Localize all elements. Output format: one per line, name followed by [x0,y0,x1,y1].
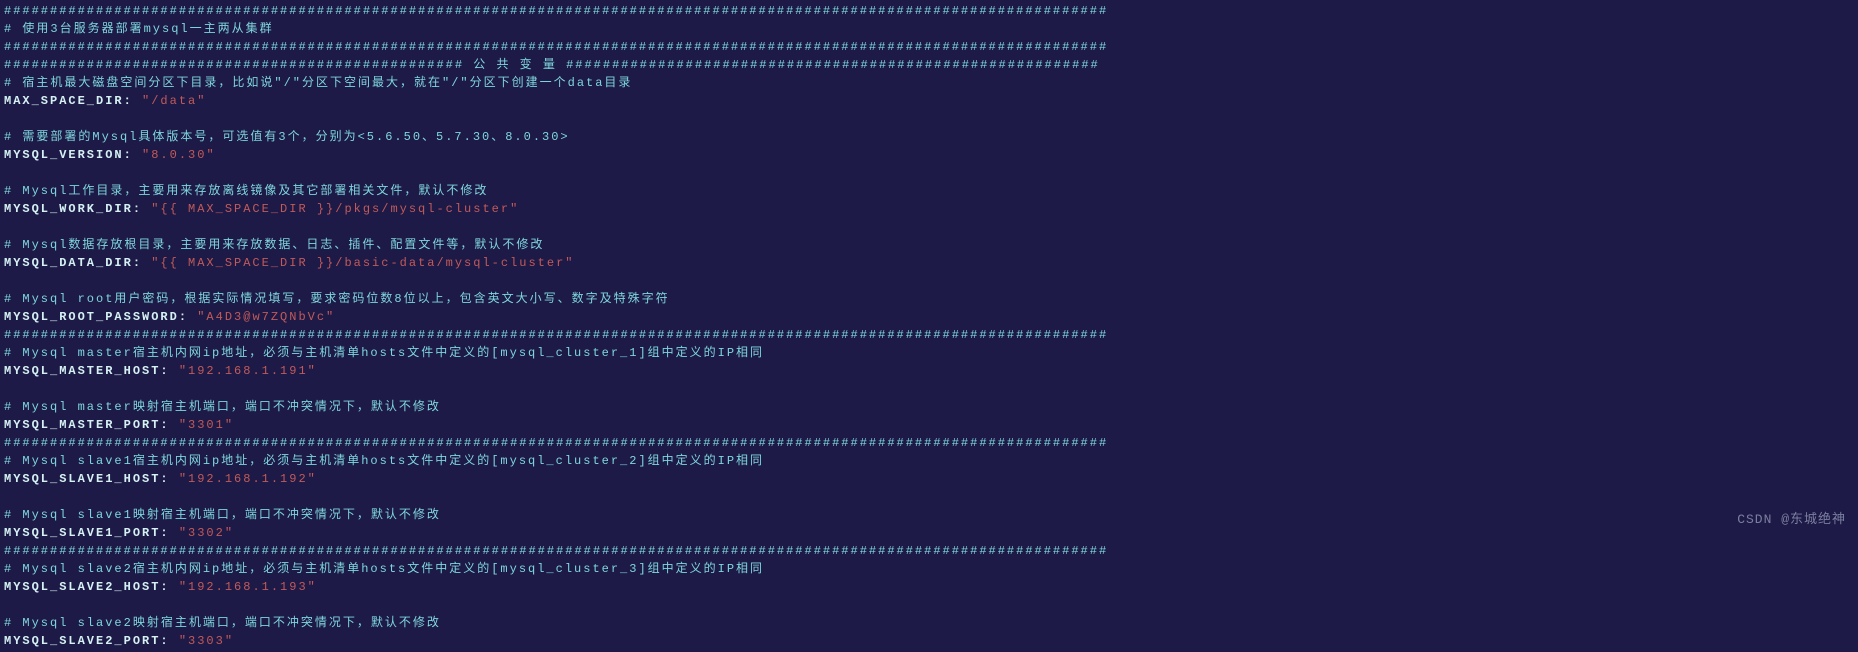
code-segment: "8.0.30" [142,148,216,162]
code-segment: "192.168.1.192" [179,472,317,486]
terminal-line: # Mysql slave1映射宿主机端口，端口不冲突情况下，默认不修改 [4,506,1854,524]
code-segment: "{{ MAX_SPACE_DIR }}/basic-data/mysql-cl… [151,256,574,270]
terminal-line: # 宿主机最大磁盘空间分区下目录，比如说"/"分区下空间最大，就在"/"分区下创… [4,74,1854,92]
terminal-line: ########################################… [4,38,1854,56]
code-segment: ########################################… [4,328,1108,342]
code-segment: "192.168.1.193" [179,580,317,594]
code-segment: "3302" [179,526,234,540]
terminal-line: MAX_SPACE_DIR: "/data" [4,92,1854,110]
terminal-line: # Mysql master宿主机内网ip地址，必须与主机清单hosts文件中定… [4,344,1854,362]
terminal-line: # Mysql slave2映射宿主机端口，端口不冲突情况下，默认不修改 [4,614,1854,632]
code-segment: MYSQL_DATA_DIR: [4,256,151,270]
terminal-line: MYSQL_DATA_DIR: "{{ MAX_SPACE_DIR }}/bas… [4,254,1854,272]
terminal-output: ########################################… [0,0,1858,652]
code-segment [4,598,13,612]
code-segment [4,490,13,504]
terminal-line: MYSQL_SLAVE2_HOST: "192.168.1.193" [4,578,1854,596]
code-segment: ########################################… [4,4,1108,18]
code-segment: MYSQL_SLAVE1_HOST: [4,472,179,486]
code-segment: MAX_SPACE_DIR: [4,94,142,108]
code-segment: "A4D3@w7ZQNbVc" [197,310,335,324]
code-segment [4,112,13,126]
code-segment: # Mysql slave2宿主机内网ip地址，必须与主机清单hosts文件中定… [4,562,764,576]
terminal-line [4,218,1854,236]
code-segment: MYSQL_SLAVE1_PORT: [4,526,179,540]
terminal-line: # 需要部署的Mysql具体版本号，可选值有3个，分别为<5.6.50、5.7.… [4,128,1854,146]
terminal-line: MYSQL_WORK_DIR: "{{ MAX_SPACE_DIR }}/pkg… [4,200,1854,218]
code-segment: # Mysql slave2映射宿主机端口，端口不冲突情况下，默认不修改 [4,616,441,630]
code-segment: MYSQL_SLAVE2_HOST: [4,580,179,594]
terminal-line: # 使用3台服务器部署mysql一主两从集群 [4,20,1854,38]
code-segment: "{{ MAX_SPACE_DIR }}/pkgs/mysql-cluster" [151,202,519,216]
terminal-line [4,110,1854,128]
code-segment: # Mysql master映射宿主机端口，端口不冲突情况下，默认不修改 [4,400,441,414]
code-segment: "192.168.1.191" [179,364,317,378]
code-segment: ########################################… [4,544,1108,558]
code-segment [4,382,13,396]
code-segment: # 宿主机最大磁盘空间分区下目录，比如说"/"分区下空间最大，就在"/"分区下创… [4,76,632,90]
terminal-line: # Mysql root用户密码，根据实际情况填写，要求密码位数8位以上，包含英… [4,290,1854,308]
code-segment: # Mysql slave1宿主机内网ip地址，必须与主机清单hosts文件中定… [4,454,764,468]
code-segment [4,274,13,288]
terminal-line: MYSQL_SLAVE1_HOST: "192.168.1.192" [4,470,1854,488]
terminal-line [4,596,1854,614]
code-segment: MYSQL_SLAVE2_PORT: [4,634,179,648]
terminal-line [4,380,1854,398]
code-segment: # 使用3台服务器部署mysql一主两从集群 [4,22,274,36]
code-segment: MYSQL_VERSION: [4,148,142,162]
terminal-line: # Mysql master映射宿主机端口，端口不冲突情况下，默认不修改 [4,398,1854,416]
code-segment: "3303" [179,634,234,648]
terminal-line: MYSQL_VERSION: "8.0.30" [4,146,1854,164]
terminal-line: MYSQL_SLAVE1_PORT: "3302" [4,524,1854,542]
terminal-line: # Mysql slave1宿主机内网ip地址，必须与主机清单hosts文件中定… [4,452,1854,470]
code-segment [4,166,13,180]
terminal-line: # Mysql数据存放根目录，主要用来存放数据、日志、插件、配置文件等，默认不修… [4,236,1854,254]
code-segment: # Mysql root用户密码，根据实际情况填写，要求密码位数8位以上，包含英… [4,292,670,306]
code-segment: # Mysql slave1映射宿主机端口，端口不冲突情况下，默认不修改 [4,508,441,522]
code-segment: ########################################… [4,40,1108,54]
terminal-line: ########################################… [4,326,1854,344]
terminal-line: ########################################… [4,2,1854,20]
terminal-line: ########################################… [4,542,1854,560]
terminal-line: MYSQL_SLAVE2_PORT: "3303" [4,632,1854,650]
code-segment: ########################################… [4,58,1100,72]
terminal-line: ########################################… [4,434,1854,452]
code-segment: "/data" [142,94,206,108]
code-segment: MYSQL_MASTER_PORT: [4,418,179,432]
terminal-line: MYSQL_MASTER_PORT: "3301" [4,416,1854,434]
code-segment: MYSQL_ROOT_PASSWORD: [4,310,197,324]
code-segment [4,220,13,234]
code-segment: # Mysql master宿主机内网ip地址，必须与主机清单hosts文件中定… [4,346,764,360]
terminal-line [4,272,1854,290]
watermark-text: CSDN @东城绝神 [1737,510,1846,530]
code-segment: "3301" [179,418,234,432]
terminal-line: # Mysql slave2宿主机内网ip地址，必须与主机清单hosts文件中定… [4,560,1854,578]
terminal-line [4,488,1854,506]
code-segment: ########################################… [4,436,1108,450]
code-segment: MYSQL_MASTER_HOST: [4,364,179,378]
code-segment: # Mysql工作目录，主要用来存放离线镜像及其它部署相关文件，默认不修改 [4,184,488,198]
terminal-line: # Mysql工作目录，主要用来存放离线镜像及其它部署相关文件，默认不修改 [4,182,1854,200]
code-segment: MYSQL_WORK_DIR: [4,202,151,216]
terminal-line [4,164,1854,182]
terminal-line: MYSQL_ROOT_PASSWORD: "A4D3@w7ZQNbVc" [4,308,1854,326]
code-segment: # Mysql数据存放根目录，主要用来存放数据、日志、插件、配置文件等，默认不修… [4,238,544,252]
terminal-line: ########################################… [4,56,1854,74]
code-segment: # 需要部署的Mysql具体版本号，可选值有3个，分别为<5.6.50、5.7.… [4,130,570,144]
terminal-line: MYSQL_MASTER_HOST: "192.168.1.191" [4,362,1854,380]
